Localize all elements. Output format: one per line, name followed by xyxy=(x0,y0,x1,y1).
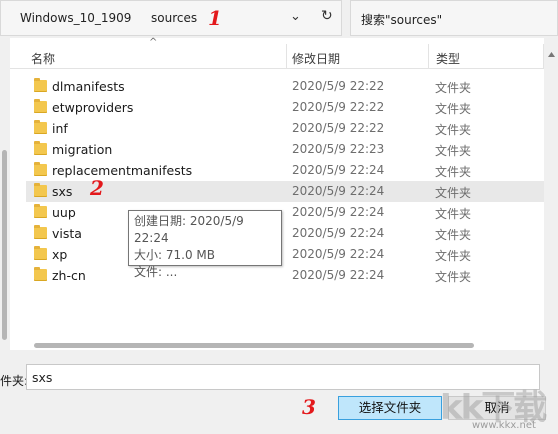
column-date[interactable]: 修改日期 xyxy=(292,50,340,67)
file-name: dlmanifests xyxy=(52,79,125,94)
file-date: 2020/5/9 22:22 xyxy=(292,121,385,135)
file-date: 2020/5/9 22:24 xyxy=(292,163,385,177)
file-type: 文件夹 xyxy=(435,228,472,242)
breadcrumb-item[interactable]: sources xyxy=(151,11,197,25)
annotation-1: 1 xyxy=(208,6,222,30)
folder-icon xyxy=(34,141,47,155)
chevron-down-icon[interactable]: ⌄ xyxy=(290,9,301,24)
file-name: etwproviders xyxy=(52,100,134,115)
horizontal-scrollbar-thumb[interactable] xyxy=(34,343,474,348)
column-divider[interactable] xyxy=(286,44,287,68)
file-type: 文件夹 xyxy=(435,207,472,221)
folder-tooltip: 创建日期: 2020/5/9 22:24 大小: 71.0 MB 文件: ... xyxy=(128,210,282,279)
select-folder-button[interactable]: 选择文件夹 xyxy=(338,396,442,420)
list-item[interactable]: migration 2020/5/9 22:23 文件夹 xyxy=(26,139,544,160)
folder-icon xyxy=(34,99,47,113)
file-date: 2020/5/9 22:24 xyxy=(292,268,385,282)
folder-icon xyxy=(34,162,47,176)
folder-icon xyxy=(34,120,47,134)
tooltip-files: 文件: ... xyxy=(134,265,178,279)
column-name[interactable]: 名称 xyxy=(31,50,55,67)
folder-icon xyxy=(34,78,47,92)
tooltip-created: 创建日期: 2020/5/9 22:24 xyxy=(134,214,244,245)
column-divider[interactable] xyxy=(428,44,429,68)
tooltip-size: 大小: 71.0 MB xyxy=(134,248,215,262)
folder-icon xyxy=(34,183,47,197)
file-type: 文件夹 xyxy=(435,144,472,158)
list-item[interactable]: xp 2020/5/9 22:24 文件夹 xyxy=(26,244,544,265)
file-name: vista xyxy=(52,226,82,241)
folder-icon xyxy=(34,204,47,218)
file-date: 2020/5/9 22:24 xyxy=(292,205,385,219)
file-date: 2020/5/9 22:22 xyxy=(292,100,385,114)
file-name: uup xyxy=(52,205,76,220)
list-item-selected[interactable]: sxs 2 2020/5/9 22:24 文件夹 xyxy=(26,176,544,202)
file-name: migration xyxy=(52,142,113,157)
breadcrumb-item[interactable]: Windows_10_1909 xyxy=(20,11,131,25)
list-item[interactable]: vista 2020/5/9 22:24 文件夹 xyxy=(26,223,544,244)
folder-icon xyxy=(34,267,47,281)
file-date: 2020/5/9 22:24 xyxy=(292,247,385,261)
folder-name-value: sxs xyxy=(32,370,53,385)
refresh-icon[interactable]: ↻ xyxy=(321,8,333,24)
file-type: 文件夹 xyxy=(435,249,472,263)
search-placeholder: 搜索"sources" xyxy=(361,13,443,27)
annotation-2: 2 xyxy=(90,176,104,200)
file-name: sxs xyxy=(52,184,73,199)
file-date: 2020/5/9 22:22 xyxy=(292,79,385,93)
file-type: 文件夹 xyxy=(435,186,472,200)
address-bar[interactable]: Windows_10_1909 sources 1 ⌄ ↻ xyxy=(0,0,342,36)
sort-ascending-icon: ^ xyxy=(149,37,158,48)
file-type: 文件夹 xyxy=(435,165,472,179)
file-type: 文件夹 xyxy=(435,81,472,95)
watermark-url: www.kkx.net xyxy=(472,420,536,431)
file-name: xp xyxy=(52,247,68,262)
column-type[interactable]: 类型 xyxy=(436,50,460,67)
search-input[interactable]: 搜索"sources" xyxy=(350,0,558,36)
scroll-up-icon[interactable] xyxy=(548,52,555,57)
file-type: 文件夹 xyxy=(435,270,472,284)
folder-icon xyxy=(34,225,47,239)
folder-label: 件夹: xyxy=(0,374,29,388)
file-date: 2020/5/9 22:24 xyxy=(292,226,385,240)
annotation-3: 3 xyxy=(302,395,316,419)
file-name: zh-cn xyxy=(52,268,86,283)
list-item[interactable]: dlmanifests 2020/5/9 22:22 文件夹 xyxy=(26,76,544,97)
list-item[interactable]: uup 2020/5/9 22:24 文件夹 xyxy=(26,202,544,223)
list-item[interactable]: inf 2020/5/9 22:22 文件夹 xyxy=(26,118,544,139)
vertical-scrollbar[interactable] xyxy=(544,38,558,350)
column-header: 名称 修改日期 类型 xyxy=(10,44,544,69)
file-date: 2020/5/9 22:24 xyxy=(292,184,385,198)
file-type: 文件夹 xyxy=(435,123,472,137)
file-name: inf xyxy=(52,121,68,136)
column-divider[interactable] xyxy=(543,44,544,68)
file-name: replacementmanifests xyxy=(52,163,193,178)
left-scrollbar-thumb[interactable] xyxy=(2,150,7,340)
file-type: 文件夹 xyxy=(435,102,472,116)
list-item[interactable]: zh-cn 2020/5/9 22:24 文件夹 xyxy=(26,265,544,286)
list-item[interactable]: etwproviders 2020/5/9 22:22 文件夹 xyxy=(26,97,544,118)
file-date: 2020/5/9 22:23 xyxy=(292,142,385,156)
folder-icon xyxy=(34,246,47,260)
